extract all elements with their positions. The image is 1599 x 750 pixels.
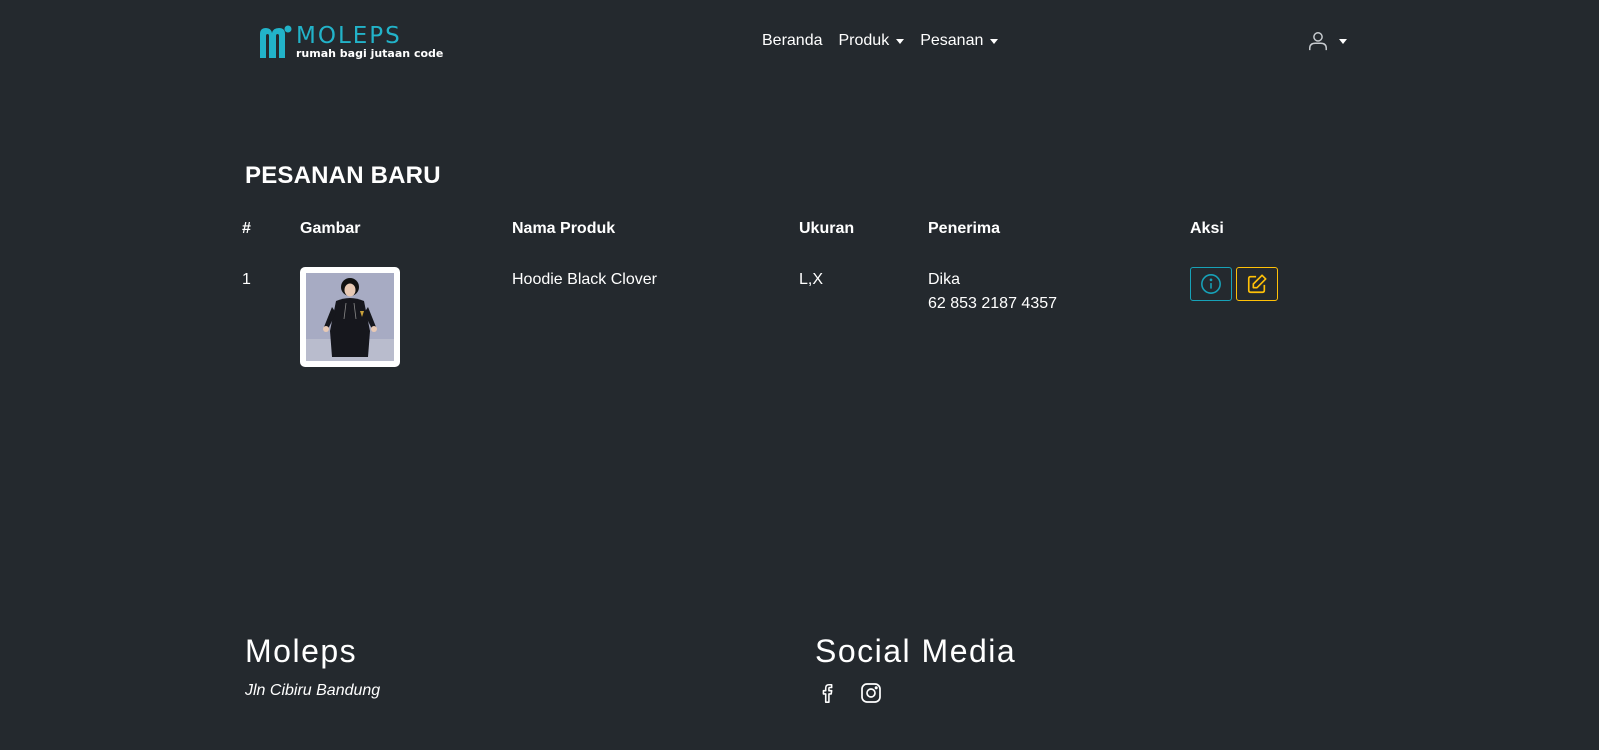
moleps-logo-icon bbox=[260, 25, 292, 58]
column-header-actions: Aksi bbox=[1190, 220, 1224, 237]
nav-pesanan-label: Pesanan bbox=[920, 32, 984, 49]
footer-address: Jln Cibiru Bandung bbox=[245, 682, 381, 699]
caret-down-icon bbox=[990, 38, 999, 44]
info-icon bbox=[1201, 274, 1221, 294]
product-name: Hoodie Black Clover bbox=[512, 271, 657, 288]
user-menu-dropdown[interactable] bbox=[1307, 30, 1347, 52]
nav-produk-dropdown[interactable]: Produk bbox=[839, 31, 905, 51]
recipient-name: Dika bbox=[928, 271, 961, 288]
navbar: MOLEPS rumah bagi jutaan code Beranda Pr… bbox=[0, 0, 1599, 82]
brand-tagline: rumah bagi jutaan code bbox=[296, 47, 444, 60]
page-title: PESANAN BARU bbox=[245, 162, 441, 189]
footer-company-title: Moleps bbox=[245, 633, 358, 669]
column-header-size: Ukuran bbox=[799, 220, 855, 237]
nav-pesanan-dropdown[interactable]: Pesanan bbox=[920, 31, 999, 51]
facebook-link[interactable] bbox=[817, 681, 839, 710]
recipient-cell: Dika 62 853 2187 4357 bbox=[928, 268, 1057, 316]
column-header-number: # bbox=[242, 220, 251, 237]
instagram-link[interactable] bbox=[859, 681, 883, 710]
caret-down-icon bbox=[896, 38, 905, 44]
facebook-icon bbox=[822, 683, 833, 703]
brand-name: MOLEPS bbox=[296, 23, 402, 49]
info-button[interactable] bbox=[1190, 267, 1232, 301]
footer-social-title: Social Media bbox=[815, 633, 1017, 669]
caret-down-icon bbox=[1339, 38, 1347, 44]
edit-icon bbox=[1247, 274, 1267, 294]
instagram-icon bbox=[861, 683, 881, 703]
row-number: 1 bbox=[242, 271, 251, 288]
product-photo bbox=[306, 273, 394, 361]
nav-produk-label: Produk bbox=[838, 32, 890, 49]
brand-logo[interactable]: MOLEPS rumah bagi jutaan code bbox=[258, 23, 443, 62]
user-icon bbox=[1309, 32, 1327, 51]
nav-beranda[interactable]: Beranda bbox=[762, 31, 823, 51]
column-header-image: Gambar bbox=[300, 220, 361, 237]
edit-button[interactable] bbox=[1236, 267, 1278, 301]
product-size: L,X bbox=[799, 271, 824, 288]
column-header-recipient: Penerima bbox=[928, 220, 1001, 237]
column-header-product-name: Nama Produk bbox=[512, 220, 616, 237]
nav-links: Beranda Produk Pesanan bbox=[762, 31, 1014, 51]
nav-beranda-label: Beranda bbox=[762, 32, 823, 49]
product-thumbnail bbox=[300, 267, 400, 367]
recipient-phone: 62 853 2187 4357 bbox=[928, 295, 1058, 312]
